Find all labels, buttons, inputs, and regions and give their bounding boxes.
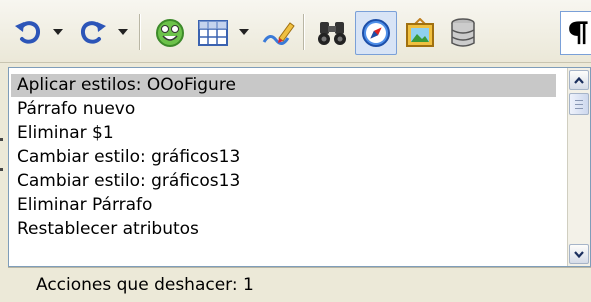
list-item[interactable]: Eliminar Párrafo — [11, 194, 556, 217]
chevron-up-icon — [574, 76, 584, 84]
undo-actions-list[interactable]: Aplicar estilos: OOoFigure Párrafo nuevo… — [8, 67, 591, 267]
database-icon[interactable] — [443, 13, 483, 53]
binoculars-icon[interactable] — [312, 13, 352, 53]
list-item[interactable]: Aplicar estilos: OOoFigure — [11, 74, 556, 97]
scroll-down-button[interactable] — [569, 244, 589, 264]
undo-dropdown-arrow[interactable] — [50, 14, 66, 50]
smiley-icon[interactable] — [150, 13, 190, 53]
table-icon[interactable] — [193, 13, 233, 53]
list-item[interactable]: Cambiar estilo: gráficos13 — [11, 146, 556, 169]
list-item[interactable]: Cambiar estilo: gráficos13 — [11, 170, 556, 193]
scroll-up-button[interactable] — [569, 70, 589, 90]
draw-pencil-icon[interactable] — [258, 13, 298, 53]
toolbar-separator — [139, 14, 140, 50]
toolbar-separator — [303, 14, 304, 50]
gallery-picture-icon[interactable] — [400, 13, 440, 53]
redo-icon[interactable] — [73, 13, 113, 53]
list-item[interactable]: Párrafo nuevo — [11, 98, 556, 121]
vertical-scrollbar[interactable] — [567, 68, 590, 266]
list-item[interactable]: Restablecer atributos — [11, 218, 556, 241]
standard-toolbar — [0, 0, 591, 63]
undo-icon[interactable] — [8, 13, 48, 53]
chevron-down-icon — [574, 250, 584, 258]
undo-count-status: Acciones que deshacer: 1 — [8, 267, 591, 302]
list-item[interactable]: Eliminar $1 — [11, 122, 556, 145]
table-dropdown-arrow[interactable] — [236, 14, 252, 50]
edge-marker — [0, 138, 4, 172]
redo-dropdown-arrow[interactable] — [115, 14, 131, 50]
navigator-compass-icon[interactable] — [355, 11, 397, 55]
scroll-thumb[interactable] — [569, 93, 589, 115]
pilcrow-icon[interactable] — [560, 11, 591, 55]
